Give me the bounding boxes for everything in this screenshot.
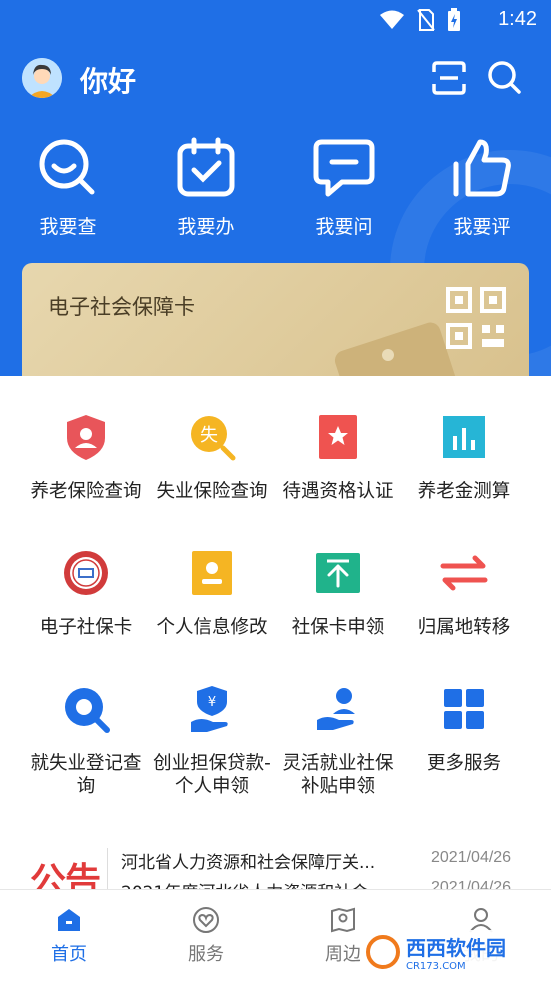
- status-time: 1:42: [498, 8, 537, 30]
- service-startup-loan[interactable]: ¥ 创业担保贷款-个人申领: [149, 684, 275, 798]
- quick-actions: 我要查 我要办 我要问 我要评: [0, 136, 551, 246]
- watermark-logo: 西西软件园 CR173.COM: [360, 930, 540, 974]
- grid-icon: [444, 689, 484, 729]
- quick-action-rate[interactable]: 我要评: [432, 136, 532, 239]
- service-unemployment-query[interactable]: 失 失业保险查询: [149, 412, 275, 503]
- watermark-circle-icon: [366, 935, 400, 969]
- service-pension-query[interactable]: 养老保险查询: [23, 412, 149, 503]
- quick-action-check[interactable]: 我要查: [18, 136, 118, 239]
- home-icon: [58, 909, 80, 931]
- heart-circle-icon: [193, 907, 219, 933]
- service-label: 灵活就业社保补贴申领: [282, 753, 394, 797]
- notice-divider: [107, 848, 108, 892]
- search-icon: [488, 61, 521, 94]
- upload-card-icon: [316, 553, 360, 593]
- avatar[interactable]: [22, 58, 62, 98]
- person-card-icon: [192, 551, 232, 595]
- watermark-subtext: CR173.COM: [406, 961, 466, 972]
- service-label: 个人信息修改: [156, 617, 268, 638]
- service-transfer[interactable]: 归属地转移: [401, 548, 527, 639]
- quick-action-label: 我要办: [177, 216, 235, 238]
- loan-hand-icon: ¥: [191, 686, 228, 732]
- service-flexible-employment[interactable]: 灵活就业社保补贴申领: [275, 684, 401, 798]
- top-bar: 你好: [0, 52, 551, 104]
- card-title: 电子社会保障卡: [48, 295, 195, 319]
- greeting-text: 你好: [80, 65, 137, 98]
- bar-chart-icon: [443, 416, 485, 458]
- no-sim-icon: [417, 9, 435, 31]
- shield-user-icon: [67, 415, 105, 460]
- service-personal-info[interactable]: 个人信息修改: [149, 548, 275, 639]
- chat-bubble-icon: [313, 139, 375, 197]
- thumbs-up-icon: [453, 139, 511, 197]
- watermark-text: 西西软件园: [406, 936, 506, 960]
- magnifier-icon: [65, 688, 110, 733]
- scan-button[interactable]: [430, 60, 468, 96]
- tab-home[interactable]: 首页: [24, 906, 114, 966]
- notice-tag: 公告: [30, 861, 101, 892]
- service-label: 失业保险查询: [156, 481, 268, 502]
- search-face-icon: [39, 139, 95, 195]
- quick-action-label: 我要问: [315, 216, 373, 238]
- service-label: 归属地转移: [417, 617, 511, 638]
- notice-item-date: 2021/04/26: [431, 849, 512, 866]
- service-more[interactable]: 更多服务: [401, 684, 527, 775]
- person-hand-icon: [317, 688, 355, 730]
- service-qualification-auth[interactable]: 待遇资格认证: [275, 412, 401, 503]
- social-security-card[interactable]: 电子社会保障卡: [22, 263, 529, 378]
- quick-action-ask[interactable]: 我要问: [294, 136, 394, 239]
- service-pension-calc[interactable]: 养老金测算: [401, 412, 527, 503]
- svg-text:失: 失: [200, 425, 218, 446]
- wifi-icon: [380, 10, 404, 29]
- search-button[interactable]: [485, 58, 523, 96]
- tab-label: 服务: [188, 944, 224, 965]
- service-label: 电子社保卡: [39, 617, 133, 638]
- service-e-card[interactable]: 电子社保卡: [23, 548, 149, 639]
- star-certificate-icon: [319, 415, 357, 459]
- transfer-arrows-icon: [440, 555, 488, 591]
- service-label: 养老金测算: [417, 481, 511, 502]
- unemployment-search-icon: 失: [191, 416, 236, 461]
- status-icons: [379, 8, 461, 32]
- svg-text:¥: ¥: [208, 695, 216, 710]
- service-label: 创业担保贷款-个人申领: [153, 753, 271, 797]
- qr-code-icon[interactable]: [446, 287, 506, 349]
- service-label: 就失业登记查询: [30, 753, 142, 797]
- service-label: 养老保险查询: [30, 481, 142, 502]
- service-label: 更多服务: [426, 753, 501, 774]
- service-label: 待遇资格认证: [282, 481, 394, 502]
- service-employment-registration[interactable]: 就失业登记查询: [23, 684, 149, 798]
- tab-services[interactable]: 服务: [161, 906, 251, 966]
- battery-charging-icon: [448, 8, 460, 31]
- social-security-seal-icon: [64, 551, 108, 595]
- calendar-check-icon: [177, 137, 235, 197]
- tab-label: 首页: [51, 944, 87, 965]
- map-pin-icon: [331, 907, 355, 933]
- quick-action-label: 我要查: [39, 216, 97, 238]
- notice-bar[interactable]: 公告 河北省人力资源和社会保障厅关... 2021/04/26 2021年度河北…: [0, 842, 551, 892]
- scan-icon: [432, 61, 466, 95]
- status-bar: 1:42: [0, 0, 551, 40]
- service-card-apply[interactable]: 社保卡申领: [275, 548, 401, 639]
- header-area: 1:42 你好 我要查 我要办 我要问 我要评 电子社会保障卡: [0, 0, 551, 378]
- tab-label: 周边: [325, 944, 361, 965]
- quick-action-do[interactable]: 我要办: [156, 136, 256, 239]
- quick-action-label: 我要评: [453, 216, 511, 238]
- service-label: 社保卡申领: [291, 617, 385, 638]
- services-panel: 养老保险查询 失 失业保险查询 待遇资格认证 养老金测算 电子社保卡 个人信息修…: [0, 376, 551, 891]
- notice-item-title[interactable]: 河北省人力资源和社会保障厅关...: [121, 848, 375, 873]
